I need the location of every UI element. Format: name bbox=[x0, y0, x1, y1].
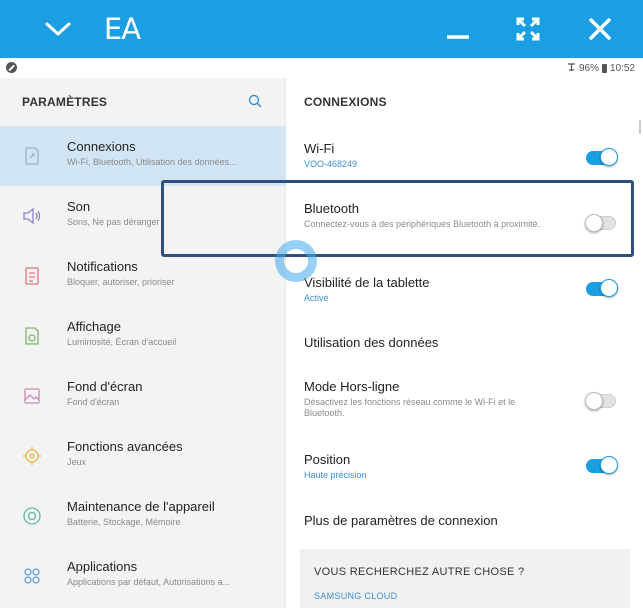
clock: 10:52 bbox=[609, 63, 635, 74]
highlight-annotation-box bbox=[161, 180, 634, 257]
sidebar-item-advanced-features[interactable]: Fonctions avancées Jeux bbox=[0, 426, 286, 486]
ea-logo: EA bbox=[100, 0, 144, 58]
wallpaper-icon bbox=[22, 386, 42, 406]
setting-subtitle: Haute précision bbox=[304, 470, 367, 480]
connections-panel: CONNEXIONS Wi-Fi VOO-468249 Bluetooth Co… bbox=[287, 78, 643, 608]
sidebar-item-wallpaper[interactable]: Fond d'écran Fond d'écran bbox=[0, 366, 286, 426]
ea-logo-text: EA bbox=[103, 12, 141, 46]
sound-icon bbox=[22, 206, 42, 226]
minimize-icon[interactable] bbox=[438, 0, 478, 58]
setting-airplane-mode[interactable]: Mode Hors-ligne Désactivez les fonctions… bbox=[304, 379, 634, 419]
setting-title: Visibilité de la tablette bbox=[304, 275, 430, 290]
do-not-disturb-icon bbox=[6, 62, 17, 73]
display-icon bbox=[22, 326, 42, 346]
location-toggle[interactable] bbox=[586, 456, 618, 474]
notifications-icon bbox=[22, 266, 42, 286]
setting-subtitle: Activé bbox=[304, 293, 329, 303]
menu-title: Connexions bbox=[67, 139, 136, 154]
setting-location[interactable]: Position Haute précision bbox=[304, 452, 634, 481]
signal-icon bbox=[567, 62, 576, 75]
title-bar: EA bbox=[0, 0, 643, 58]
sidebar-item-connections[interactable]: Connexions Wi-Fi, Bluetooth, Utilisation… bbox=[0, 126, 286, 186]
sidebar-item-device-maintenance[interactable]: Maintenance de l'appareil Batterie, Stoc… bbox=[0, 486, 286, 546]
menu-subtitle: Applications par défaut, Autorisations a… bbox=[67, 577, 231, 587]
expand-icon[interactable] bbox=[508, 0, 548, 58]
setting-data-usage[interactable]: Utilisation des données bbox=[304, 335, 634, 350]
setting-title: Plus de paramètres de connexion bbox=[304, 513, 498, 528]
status-bar-right: 96% 10:52 bbox=[567, 62, 635, 75]
advanced-features-icon bbox=[22, 446, 42, 466]
setting-title: Mode Hors-ligne bbox=[304, 379, 400, 394]
connections-icon bbox=[22, 146, 42, 166]
airplane-mode-toggle[interactable] bbox=[585, 392, 616, 410]
menu-subtitle: Jeux bbox=[67, 457, 87, 467]
setting-title: Utilisation des données bbox=[304, 335, 439, 350]
settings-sidebar: PARAMÈTRES Connexions Wi-Fi, Bluetooth, … bbox=[0, 78, 286, 608]
menu-title: Fonctions avancées bbox=[67, 439, 183, 454]
menu-title: Fond d'écran bbox=[67, 379, 143, 394]
chevron-down-icon[interactable] bbox=[36, 0, 80, 58]
close-icon[interactable] bbox=[578, 0, 622, 58]
samsung-cloud-link[interactable]: SAMSUNG CLOUD bbox=[314, 591, 397, 601]
setting-subtitle: Désactivez les fonctions réseau comme le… bbox=[304, 397, 516, 418]
battery-icon bbox=[601, 64, 607, 73]
setting-title: Wi-Fi bbox=[304, 141, 335, 156]
setting-subtitle: VOO-468249 bbox=[304, 159, 358, 169]
search-suggestions-card: VOUS RECHERCHEZ AUTRE CHOSE ? SAMSUNG CL… bbox=[300, 549, 630, 608]
sidebar-header: PARAMÈTRES bbox=[0, 78, 285, 126]
page-title: CONNEXIONS bbox=[304, 95, 387, 109]
tablet-visibility-toggle[interactable] bbox=[586, 279, 618, 297]
setting-more-connection-settings[interactable]: Plus de paramètres de connexion bbox=[304, 513, 634, 528]
device-maintenance-icon bbox=[22, 506, 42, 526]
menu-subtitle: Luminosité, Écran d'accueil bbox=[67, 337, 177, 347]
search-card-title: VOUS RECHERCHEZ AUTRE CHOSE ? bbox=[314, 566, 525, 578]
wifi-toggle[interactable] bbox=[586, 148, 618, 166]
setting-wifi[interactable]: Wi-Fi VOO-468249 bbox=[304, 141, 634, 170]
menu-subtitle: Batterie, Stockage, Mémoire bbox=[67, 517, 181, 527]
applications-icon bbox=[22, 566, 42, 586]
menu-title: Notifications bbox=[67, 259, 138, 274]
menu-subtitle: Wi-Fi, Bluetooth, Utilisation des donnée… bbox=[67, 157, 237, 167]
menu-title: Applications bbox=[67, 559, 138, 574]
menu-title: Maintenance de l'appareil bbox=[67, 499, 215, 514]
menu-subtitle: Bloquer, autoriser, prioriser bbox=[67, 277, 175, 287]
setting-tablet-visibility[interactable]: Visibilité de la tablette Activé bbox=[304, 275, 634, 304]
menu-title: Affichage bbox=[67, 319, 121, 334]
sidebar-item-display[interactable]: Affichage Luminosité, Écran d'accueil bbox=[0, 306, 286, 366]
sidebar-title: PARAMÈTRES bbox=[22, 95, 108, 109]
sidebar-item-applications[interactable]: Applications Applications par défaut, Au… bbox=[0, 546, 286, 606]
setting-title: Position bbox=[304, 452, 351, 467]
battery-percent: 96% bbox=[578, 63, 599, 74]
search-icon[interactable] bbox=[248, 94, 262, 111]
menu-subtitle: Fond d'écran bbox=[67, 397, 120, 407]
scrollbar-thumb[interactable] bbox=[639, 120, 641, 134]
status-bar: 96% 10:52 bbox=[0, 58, 643, 78]
touch-indicator bbox=[275, 240, 317, 282]
